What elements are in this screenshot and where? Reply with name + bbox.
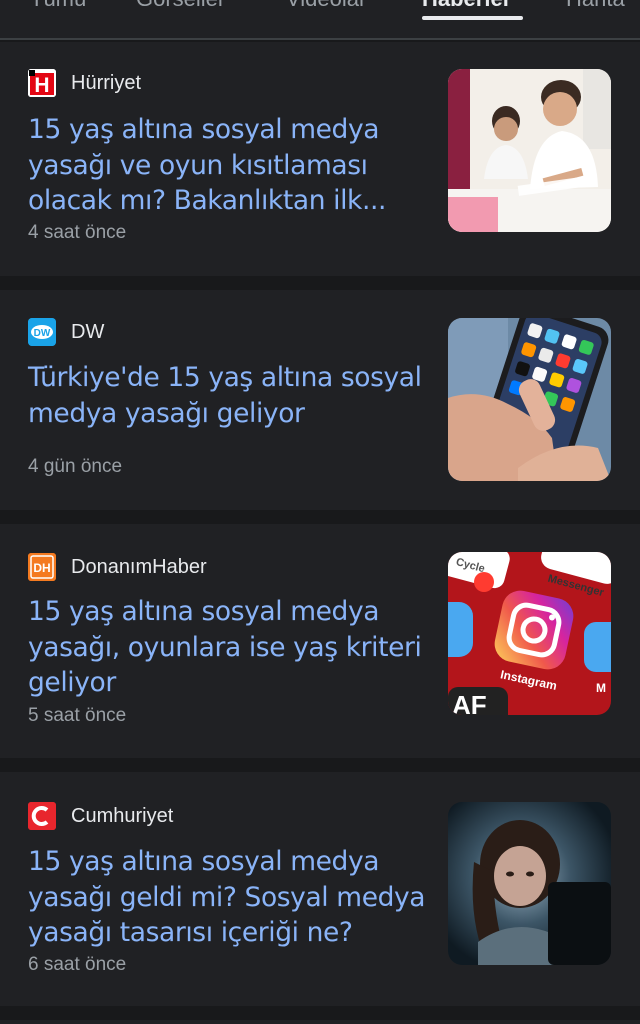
source-name: DonanımHaber: [71, 555, 207, 578]
cumhuriyet-logo-icon: C: [28, 802, 56, 830]
donanimhaber-logo-icon: DH: [28, 553, 56, 581]
news-card-hurriyet[interactable]: H Hürriyet 15 yaş altına sosyal medya ya…: [0, 42, 640, 276]
source-name: DW: [71, 320, 105, 343]
source-row: C Cumhuriyet: [28, 802, 173, 830]
headline-link[interactable]: Türkiye'de 15 yaş altına sosyal medya ya…: [28, 360, 428, 431]
source-name: Hürriyet: [71, 71, 142, 94]
source-row: DH DonanımHaber: [28, 553, 207, 581]
tab-videos[interactable]: Videolar: [286, 0, 366, 12]
thumb-text-af: AF: [452, 690, 487, 715]
donanimhaber-logo-text: DH: [33, 561, 50, 575]
source-name: Cumhuriyet: [71, 804, 174, 827]
thumb-text-m: M: [596, 681, 606, 695]
news-card-cumhuriyet[interactable]: C Cumhuriyet 15 yaş altına sosyal medya …: [0, 772, 640, 1006]
active-tab-indicator: [422, 16, 523, 20]
news-results-page: Tümü Görseller Videolar Haberler Harita …: [0, 0, 640, 1024]
news-card-donanimhaber[interactable]: DH DonanımHaber 15 yaş altına sosyal med…: [0, 524, 640, 758]
hurriyet-logo-text: H: [34, 74, 49, 97]
publish-time: 4 saat önce: [28, 222, 127, 243]
headline-link[interactable]: 15 yaş altına sosyal medya yasağı geldi …: [28, 844, 428, 951]
news-card-next: [0, 1020, 640, 1024]
news-card-dw[interactable]: DW DW Türkiye'de 15 yaş altına sosyal me…: [0, 290, 640, 510]
headline-link[interactable]: 15 yaş altına sosyal medya yasağı ve oyu…: [28, 112, 428, 219]
publish-time: 6 saat önce: [28, 954, 127, 975]
instagram-app-icon-photo-icon[interactable]: Cycle Messenger Instagram AF M: [448, 552, 611, 715]
hurriyet-logo-icon: H: [28, 69, 56, 97]
tab-news[interactable]: Haberler: [422, 0, 511, 12]
source-row: DW DW: [28, 318, 104, 346]
girl-looking-at-screen-photo-icon[interactable]: [448, 802, 611, 965]
hand-holding-smartphone-photo-icon[interactable]: [448, 318, 611, 481]
source-row: H Hürriyet: [28, 69, 141, 97]
children-at-desk-photo-icon[interactable]: [448, 69, 611, 232]
tab-maps[interactable]: Harita: [566, 0, 625, 12]
publish-time: 4 gün önce: [28, 456, 123, 477]
dw-logo-text: DW: [34, 328, 51, 339]
headline-link[interactable]: 15 yaş altına sosyal medya yasağı, oyunl…: [28, 594, 428, 701]
dw-logo-icon: DW: [28, 318, 56, 346]
publish-time: 5 saat önce: [28, 705, 127, 726]
tab-images[interactable]: Görseller: [136, 0, 225, 12]
search-tabs: Tümü Görseller Videolar Haberler Harita: [0, 0, 640, 40]
tab-all[interactable]: Tümü: [30, 0, 86, 12]
